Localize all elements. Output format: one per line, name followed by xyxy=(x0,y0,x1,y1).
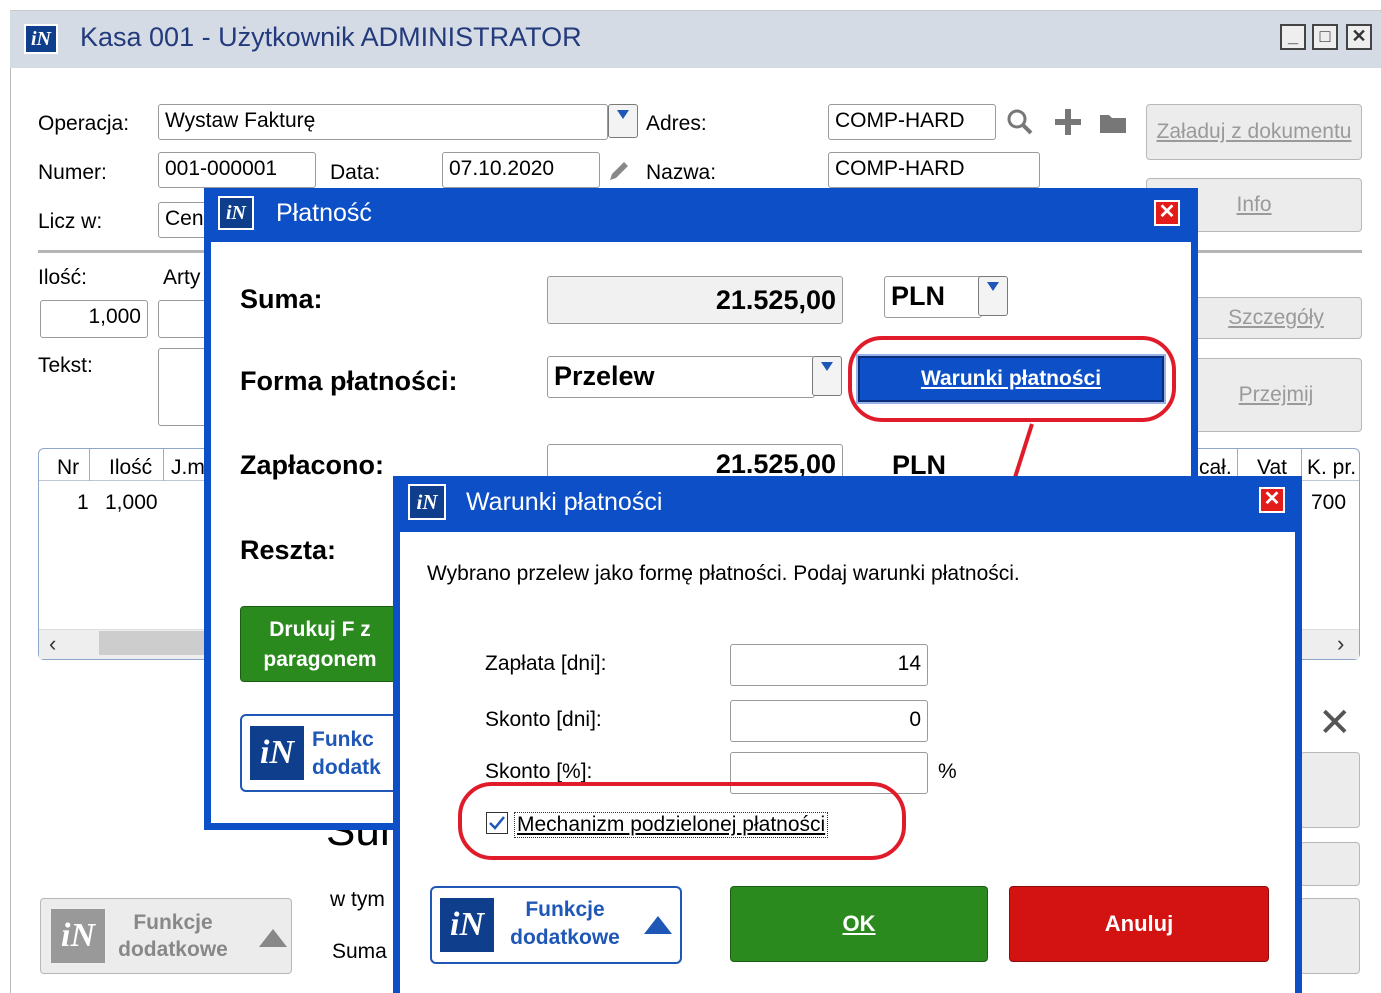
side-button-3[interactable] xyxy=(1300,898,1360,974)
skonto-dni-label: Skonto [dni]: xyxy=(485,708,602,731)
warunki-platnosci-button[interactable]: Warunki płatności xyxy=(856,354,1166,404)
col-jm[interactable]: J.m xyxy=(171,456,205,480)
ilosc-field[interactable]: 1,000 xyxy=(40,300,148,338)
add-icon[interactable] xyxy=(1053,107,1083,137)
side-button-1[interactable] xyxy=(1300,752,1360,828)
funkcje-platnosc-label: Funkc dodatk xyxy=(312,728,381,779)
row-nr[interactable]: 1 xyxy=(77,491,89,515)
skonto-procent-label: Skonto [%]: xyxy=(485,760,593,783)
app-logo-icon: iN xyxy=(408,484,446,520)
artykul-label: Arty xyxy=(163,266,201,289)
ilosc-label: Ilość: xyxy=(38,266,88,289)
nazwa-field[interactable]: COMP-HARD xyxy=(828,152,1040,188)
pencil-icon[interactable] xyxy=(606,158,632,184)
chevron-down-icon xyxy=(617,110,629,119)
check-icon xyxy=(489,816,505,830)
app-logo-icon: iN xyxy=(49,907,107,965)
numer-field[interactable]: 001-000001 xyxy=(158,152,316,188)
suma-label: Suma xyxy=(332,940,387,963)
data-field[interactable]: 07.10.2020 xyxy=(442,152,600,188)
forma-platnosci-select[interactable]: Przelew xyxy=(547,356,815,398)
side-button-2[interactable] xyxy=(1300,842,1360,886)
row-ilosc[interactable]: 1,000 xyxy=(105,491,158,515)
chevron-down-icon xyxy=(987,282,999,291)
percent-label: % xyxy=(938,760,957,783)
app-logo-icon: iN xyxy=(438,896,496,954)
w-tym-label: w tym xyxy=(330,888,385,911)
zaplacono-label: Zapłacono: xyxy=(240,450,385,480)
forma-dropdown-button[interactable] xyxy=(812,356,842,396)
funkcje-dodatkowe-main-button[interactable]: iN Funkcje dodatkowe xyxy=(40,898,292,974)
col-nr[interactable]: Nr xyxy=(57,456,79,480)
funkcje-warunki-label: Funkcje dodatkowe xyxy=(510,898,620,949)
drukuj-paragon-button[interactable]: Drukuj F z paragonem xyxy=(240,606,400,682)
warunki-title: Warunki płatności xyxy=(466,488,663,516)
anuluj-button[interactable]: Anuluj xyxy=(1009,886,1269,962)
platnosc-title: Płatność xyxy=(276,199,372,227)
col-ilosc[interactable]: Ilość xyxy=(109,456,152,480)
suma-value: 21.525,00 xyxy=(547,276,843,324)
ok-button[interactable]: OK xyxy=(730,886,988,962)
skonto-dni-field[interactable]: 0 xyxy=(730,700,928,742)
currency-dropdown-button[interactable] xyxy=(978,276,1008,316)
warunki-close-icon[interactable]: ✕ xyxy=(1259,487,1285,513)
close-icon[interactable]: ✕ xyxy=(1346,24,1372,50)
zaladuj-z-dokumentu-button[interactable]: Załaduj z dokumentu xyxy=(1146,104,1362,160)
mechanizm-label[interactable]: Mechanizm podzielonej płatności xyxy=(514,812,829,838)
zaplata-dni-field[interactable]: 14 xyxy=(730,644,928,686)
numer-label: Numer: xyxy=(38,161,107,184)
chevron-down-icon xyxy=(821,362,833,371)
adres-field[interactable]: COMP-HARD xyxy=(828,104,996,140)
operacja-select[interactable]: Wystaw Fakturę xyxy=(158,104,608,140)
data-label: Data: xyxy=(330,161,381,184)
mechanizm-checkbox[interactable] xyxy=(486,812,508,834)
window-title: Kasa 001 - Użytkownik ADMINISTRATOR xyxy=(80,22,582,52)
scrollbar-thumb[interactable] xyxy=(99,631,209,655)
licz-w-label: Licz w: xyxy=(38,210,103,233)
adres-label: Adres: xyxy=(646,112,707,135)
warunki-message: Wybrano przelew jako formę płatności. Po… xyxy=(427,562,1020,585)
funkcje-main-label: Funkcje dodatkowe xyxy=(118,911,228,961)
operacja-dropdown-button[interactable] xyxy=(608,104,638,138)
forma-platnosci-label: Forma płatności: xyxy=(240,366,458,396)
row-kpr[interactable]: 700 xyxy=(1311,491,1346,515)
szczegoly-button[interactable]: Szczegóły xyxy=(1190,297,1362,339)
scroll-right-icon[interactable]: › xyxy=(1337,631,1344,657)
col-kpr[interactable]: K. pr. xyxy=(1307,456,1356,480)
search-icon[interactable] xyxy=(1006,108,1033,135)
app-logo-icon: iN xyxy=(218,196,254,230)
clear-x-icon[interactable]: ✕ xyxy=(1318,700,1352,746)
app-logo-icon: iN xyxy=(248,724,306,782)
reszta-label: Reszta: xyxy=(240,535,337,565)
funkcje-dodatkowe-warunki-button[interactable]: iN Funkcje dodatkowe xyxy=(430,886,682,964)
nazwa-label: Nazwa: xyxy=(646,161,717,184)
app-logo-icon: iN xyxy=(24,24,58,54)
arrow-up-icon xyxy=(259,929,287,947)
maximize-icon[interactable]: □ xyxy=(1312,24,1338,50)
scroll-left-icon[interactable]: ‹ xyxy=(49,631,56,657)
minimize-icon[interactable]: _ xyxy=(1280,24,1306,50)
operacja-label: Operacja: xyxy=(38,112,130,135)
tekst-label: Tekst: xyxy=(38,354,93,377)
currency-select[interactable]: PLN xyxy=(884,276,982,318)
przejmij-button[interactable]: Przejmij xyxy=(1190,358,1362,432)
funkcje-dodatkowe-platnosc-button[interactable]: iN Funkc dodatk xyxy=(240,714,400,792)
folder-icon[interactable] xyxy=(1098,110,1128,136)
arrow-up-icon xyxy=(644,916,672,934)
zaplata-dni-label: Zapłata [dni]: xyxy=(485,652,607,675)
platnosc-close-icon[interactable]: ✕ xyxy=(1154,200,1180,226)
suma-label: Suma: xyxy=(240,284,323,314)
